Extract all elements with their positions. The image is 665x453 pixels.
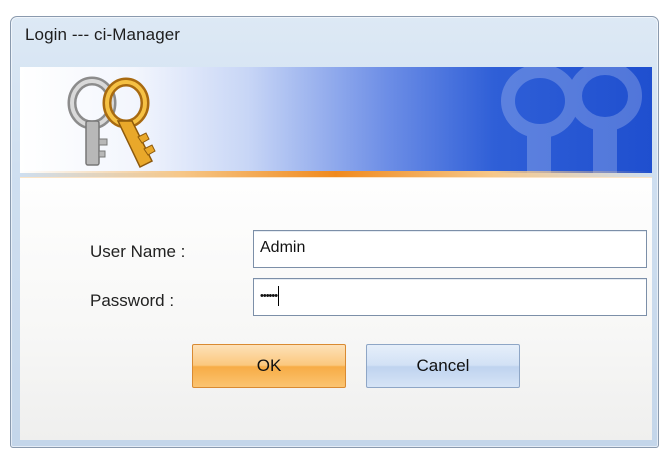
keys-icon xyxy=(67,76,156,169)
title-bar[interactable]: Login --- ci-Manager xyxy=(11,17,658,61)
password-label: Password : xyxy=(90,291,175,310)
password-value: •••••• xyxy=(260,290,278,302)
cancel-button[interactable]: Cancel xyxy=(366,344,520,388)
username-field[interactable]: Admin xyxy=(253,230,647,268)
login-dialog: Login --- ci-Manager User Name: Admin P… xyxy=(10,16,659,448)
cancel-button-label: Cancel xyxy=(416,356,470,375)
ok-button[interactable]: OK xyxy=(192,344,346,388)
text-cursor xyxy=(278,286,280,307)
header-banner xyxy=(20,67,652,173)
username-label: User Name : xyxy=(90,242,186,261)
login-form: User Name : Admin Password : •••••• OK C… xyxy=(20,177,652,440)
password-field[interactable]: •••••• xyxy=(253,278,647,316)
keys-watermark-icon xyxy=(501,67,642,173)
ok-button-label: OK xyxy=(256,356,282,375)
window-title: Login --- ci-Manager xyxy=(25,25,181,44)
username-value: Admin xyxy=(260,239,306,256)
